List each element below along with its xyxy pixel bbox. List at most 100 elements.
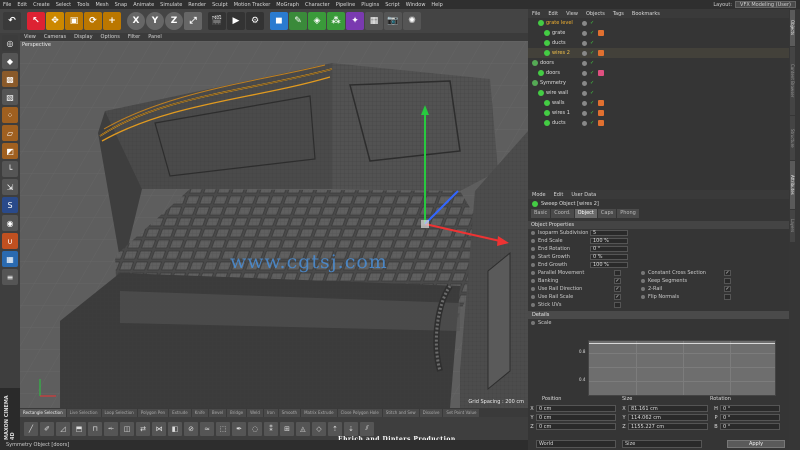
viewport-menu-cameras[interactable]: Cameras (40, 34, 70, 40)
property-field[interactable]: 5 (590, 230, 628, 236)
object-row[interactable]: grate level ✓ (528, 18, 789, 28)
coord-mode-dropdown[interactable]: World (536, 440, 616, 448)
checkbox[interactable]: ✓ (724, 286, 731, 292)
material-tag-icon[interactable] (598, 110, 604, 116)
menu-simulate[interactable]: Simulate (157, 2, 185, 8)
snap-icon[interactable]: S (2, 197, 18, 213)
subdivide-icon[interactable]: ⊞ (280, 421, 294, 436)
keyframe-dot[interactable] (531, 279, 535, 283)
cube-icon[interactable]: ◼ (270, 12, 288, 30)
spline-curve[interactable] (589, 343, 775, 344)
om-menu-view[interactable]: View (562, 11, 582, 17)
om-menu-tags[interactable]: Tags (609, 11, 628, 17)
object-row[interactable]: doors ✓ (528, 58, 789, 68)
mirror-icon[interactable]: ◧ (168, 421, 182, 436)
side-tab-structure[interactable]: Structure (790, 116, 795, 160)
menu-mograph[interactable]: MoGraph (273, 2, 302, 8)
menu-script[interactable]: Script (382, 2, 403, 8)
tool-tab-polygon-pen[interactable]: Polygon Pen (137, 408, 169, 417)
property-field[interactable]: 0 % (590, 254, 628, 260)
visibility-dot[interactable] (582, 20, 587, 26)
visibility-dot[interactable] (582, 100, 587, 106)
polygon-pen-icon[interactable]: ✒ (232, 421, 246, 436)
tool-tab-extrude[interactable]: Extrude (169, 408, 191, 417)
tool-tab-bevel[interactable]: Bevel (208, 408, 227, 417)
checkbox[interactable] (614, 302, 621, 308)
rotation-field[interactable]: 0 ° (720, 405, 780, 412)
enabled-check-icon[interactable]: ✓ (590, 20, 594, 26)
grid-icon[interactable]: ▦ (2, 251, 18, 267)
position-field[interactable]: 0 cm (536, 405, 616, 412)
keyframe-dot[interactable] (531, 231, 535, 235)
viewport-menu-panel[interactable]: Panel (144, 34, 166, 40)
rotation-field[interactable]: 0 ° (720, 414, 780, 421)
checkbox[interactable]: ✓ (614, 278, 621, 284)
checkbox[interactable] (614, 270, 621, 276)
tool-tab-live-selection[interactable]: Live Selection (66, 408, 101, 417)
undo-icon[interactable]: ↶ (3, 12, 21, 30)
material-tag-icon[interactable] (598, 100, 604, 106)
menu-create[interactable]: Create (30, 2, 53, 8)
enabled-check-icon[interactable]: ✓ (590, 110, 594, 116)
layout-switcher[interactable]: Layout: VFX Modeling (User) (713, 0, 796, 9)
apply-button[interactable]: Apply (727, 440, 785, 448)
camera-icon[interactable]: 📷 (384, 12, 402, 30)
menu-sculpt[interactable]: Sculpt (209, 2, 231, 8)
enabled-check-icon[interactable]: ✓ (590, 90, 594, 96)
untriangulate-icon[interactable]: ◇ (312, 421, 326, 436)
solo-icon[interactable]: ◉ (2, 215, 18, 231)
visibility-dot[interactable] (582, 90, 587, 96)
menu-pipeline[interactable]: Pipeline (333, 2, 359, 8)
bridge-icon[interactable]: ⊓ (88, 421, 102, 436)
checkbox[interactable] (724, 294, 731, 300)
layout-dropdown[interactable]: VFX Modeling (User) (735, 1, 796, 8)
object-row[interactable]: wires 2 ✓ (528, 48, 789, 58)
visibility-dot[interactable] (582, 120, 587, 126)
tool-tab-weld[interactable]: Weld (247, 408, 263, 417)
scale-spline-graph[interactable]: 0.8 0.4 (579, 340, 776, 396)
position-field[interactable]: 0 cm (536, 423, 616, 430)
menu-select[interactable]: Select (53, 2, 74, 8)
world-coords-icon[interactable]: ⤢ (184, 12, 202, 30)
object-row[interactable]: Symmetry ✓ (528, 78, 789, 88)
render-settings-icon[interactable]: ⚙ (246, 12, 264, 30)
bevel-icon[interactable]: ◿ (56, 421, 70, 436)
z-axis-icon[interactable]: Z (165, 12, 183, 30)
enabled-check-icon[interactable]: ✓ (590, 30, 594, 36)
size-field[interactable]: 81.161 cm (628, 405, 708, 412)
am-menu-edit[interactable]: Edit (550, 192, 568, 198)
tab-basic[interactable]: Basic (531, 209, 551, 218)
viewport-menu-view[interactable]: View (20, 34, 40, 40)
stitch-icon[interactable]: ⋈ (152, 421, 166, 436)
om-menu-edit[interactable]: Edit (544, 11, 562, 17)
keyframe-dot[interactable] (531, 255, 535, 259)
extrude-icon[interactable]: ⬒ (72, 421, 86, 436)
material-tag-icon[interactable] (598, 30, 604, 36)
loop-cut-icon[interactable]: ◫ (120, 421, 134, 436)
menu-render[interactable]: Render (185, 2, 209, 8)
array-icon[interactable]: ⁂ (327, 12, 345, 30)
om-menu-objects[interactable]: Objects (582, 11, 609, 17)
tab-caps[interactable]: Caps (597, 209, 617, 218)
keyframe-dot[interactable] (641, 295, 645, 299)
layers-icon[interactable]: ≡ (2, 269, 18, 285)
material-tag-icon[interactable] (598, 50, 604, 56)
size-field[interactable]: 1155.227 cm (628, 423, 708, 430)
weld-icon[interactable]: ⤝ (104, 421, 118, 436)
am-menu-mode[interactable]: Mode (528, 192, 550, 198)
render-view-icon[interactable]: 🎬 (208, 12, 226, 30)
checkbox[interactable]: ✓ (614, 286, 621, 292)
y-axis-icon[interactable]: Y (146, 12, 164, 30)
tweak-mode-icon[interactable]: ⇲ (2, 179, 18, 195)
enabled-check-icon[interactable]: ✓ (590, 70, 594, 76)
tool-tab-stitch-and-sew[interactable]: Stitch and Sew (382, 408, 419, 417)
subdivision-icon[interactable]: ◈ (308, 12, 326, 30)
knife-icon[interactable]: ╱ (24, 421, 38, 436)
3d-viewport[interactable]: Perspective www.cgtsj.com Grid Spacing :… (20, 41, 528, 408)
visibility-dot[interactable] (582, 80, 587, 86)
tool-tab-dissolve[interactable]: Dissolve (419, 408, 443, 417)
brush-icon[interactable]: ✐ (40, 421, 54, 436)
keyframe-dot[interactable] (531, 287, 535, 291)
scale-icon[interactable]: ▣ (65, 12, 83, 30)
object-row[interactable]: ducts ✓ (528, 118, 789, 128)
